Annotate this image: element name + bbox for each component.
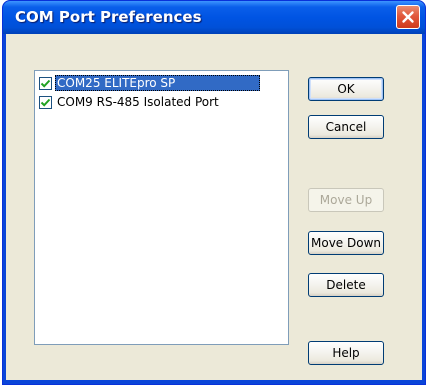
check-icon: [40, 79, 51, 88]
window-frame-bottom: [3, 380, 425, 384]
list-item[interactable]: COM9 RS-485 Isolated Port: [37, 93, 286, 111]
window-title: COM Port Preferences: [15, 8, 202, 26]
close-button[interactable]: [396, 5, 420, 29]
move-up-button[interactable]: Move Up: [308, 188, 384, 212]
dialog-window: COM Port Preferences COM25 ELITEpro SP C…: [2, 0, 426, 385]
list-item[interactable]: COM25 ELITEpro SP: [37, 74, 286, 92]
port-label: COM9 RS-485 Isolated Port: [57, 95, 219, 109]
port-list[interactable]: COM25 ELITEpro SP COM9 RS-485 Isolated P…: [34, 70, 289, 345]
title-bar[interactable]: COM Port Preferences: [3, 1, 425, 34]
port-label: COM25 ELITEpro SP: [55, 75, 261, 91]
dialog-body: COM25 ELITEpro SP COM9 RS-485 Isolated P…: [6, 34, 422, 381]
delete-button[interactable]: Delete: [308, 273, 384, 297]
move-down-button[interactable]: Move Down: [308, 231, 384, 255]
port-checkbox[interactable]: [39, 95, 52, 109]
port-checkbox[interactable]: [39, 76, 52, 90]
help-button[interactable]: Help: [308, 341, 384, 365]
ok-button[interactable]: OK: [308, 77, 384, 101]
close-icon: [402, 11, 414, 23]
cancel-button[interactable]: Cancel: [308, 115, 384, 139]
check-icon: [40, 98, 51, 107]
